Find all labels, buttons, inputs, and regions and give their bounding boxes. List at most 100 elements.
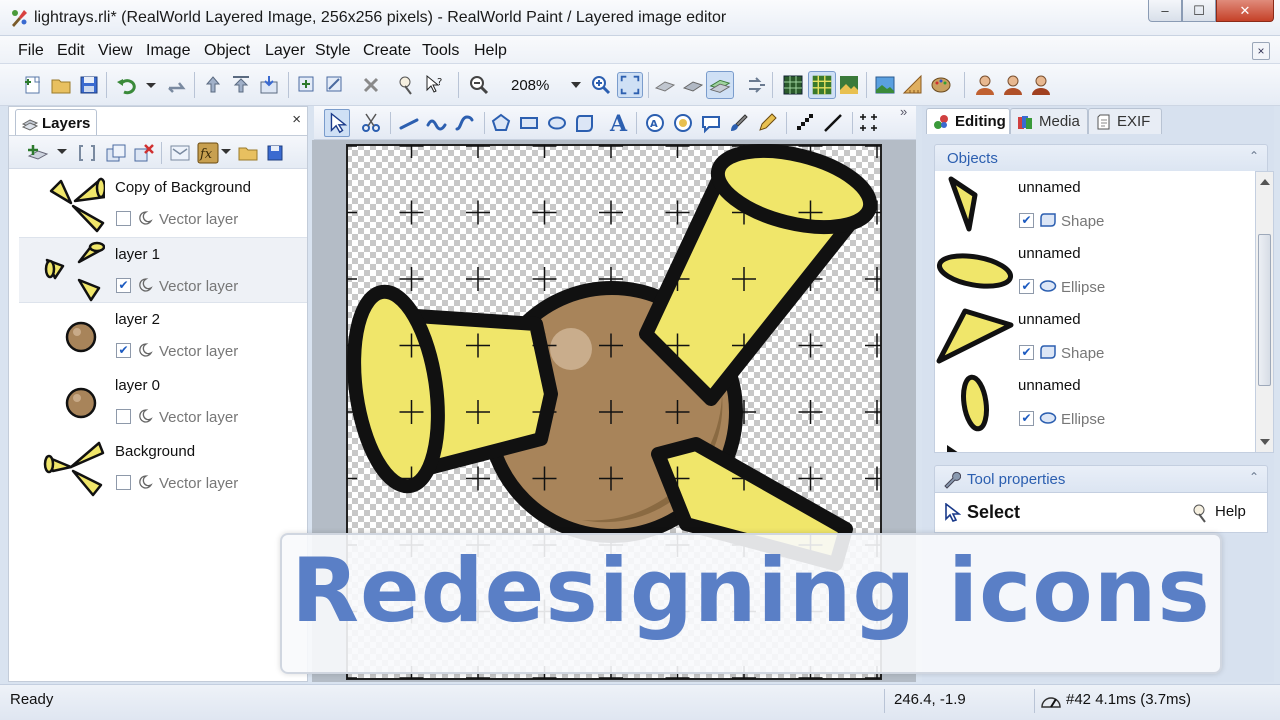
delete-layer-icon[interactable]	[133, 143, 155, 163]
menu-help[interactable]: Help	[474, 42, 507, 60]
preview-icon[interactable]	[838, 74, 860, 96]
user-3-icon[interactable]	[1030, 74, 1052, 96]
add-layer-dropdown-icon[interactable]	[57, 148, 67, 156]
zoom-out-icon[interactable]	[468, 74, 490, 96]
user-icon[interactable]	[974, 74, 996, 96]
object-row[interactable]: unnamed ✔ Shape	[935, 171, 1255, 237]
layer-row-selected[interactable]: layer 1 ✔ Vector layer	[19, 237, 307, 303]
zoom-level[interactable]: 208%	[511, 77, 549, 94]
close-button[interactable]: ✕	[1216, 0, 1274, 22]
layer-row[interactable]: layer 2 ✔ Vector layer	[19, 303, 307, 369]
tab-layers[interactable]: Layers	[15, 109, 97, 135]
layer-name[interactable]: layer 2	[115, 311, 160, 328]
user-2-icon[interactable]	[1002, 74, 1024, 96]
menu-file[interactable]: File	[18, 42, 44, 60]
pencil-tool-icon[interactable]	[756, 112, 778, 134]
pointer-hand-icon[interactable]	[396, 74, 418, 96]
brush-tool-icon[interactable]	[728, 112, 750, 134]
grid-icon[interactable]	[782, 74, 804, 96]
pixel-line-icon[interactable]	[794, 112, 816, 134]
layer-name[interactable]: layer 0	[115, 377, 160, 394]
ruler-icon[interactable]	[902, 74, 924, 96]
layer-visibility-checkbox[interactable]	[116, 475, 131, 490]
merge-icon[interactable]	[169, 143, 191, 163]
layer-name[interactable]: Copy of Background	[115, 179, 251, 196]
export-layer-icon[interactable]	[265, 143, 287, 163]
bring-top-icon[interactable]	[230, 74, 252, 96]
menu-tools[interactable]: Tools	[422, 42, 459, 60]
add-object-icon[interactable]	[296, 74, 318, 96]
select-tool-icon[interactable]	[324, 109, 350, 137]
zoom-dropdown-icon[interactable]	[571, 82, 581, 88]
object-visibility-checkbox[interactable]: ✔	[1019, 279, 1034, 294]
effects-dropdown-icon[interactable]	[221, 148, 231, 156]
layer-row[interactable]: layer 0 Vector layer	[19, 369, 307, 435]
scissors-icon[interactable]	[360, 112, 382, 134]
scroll-down-icon[interactable]	[1260, 439, 1270, 445]
layer-visibility-checkbox[interactable]	[116, 211, 131, 226]
collapse-icon[interactable]: ⌃	[1249, 470, 1259, 484]
object-row[interactable]: unnamed ✔ Shape	[935, 303, 1255, 369]
fit-window-icon[interactable]	[617, 72, 643, 98]
menu-layer[interactable]: Layer	[265, 42, 305, 60]
document-close-button[interactable]: ×	[1252, 42, 1270, 60]
tab-media[interactable]: Media	[1010, 108, 1088, 134]
menu-style[interactable]: Style	[315, 42, 351, 60]
objects-scrollbar[interactable]	[1256, 171, 1274, 453]
control-points-icon[interactable]	[858, 112, 880, 134]
menu-view[interactable]: View	[98, 42, 132, 60]
redo-icon[interactable]	[166, 74, 188, 96]
tab-exif[interactable]: EXIF	[1088, 108, 1162, 134]
layer-visibility-checkbox[interactable]: ✔	[116, 278, 131, 293]
ellipse-tool-icon[interactable]	[546, 112, 568, 134]
arrows-icon[interactable]	[746, 74, 768, 96]
help-link[interactable]: Help	[1215, 503, 1246, 520]
move-up-icon[interactable]	[202, 74, 224, 96]
text-tool-icon[interactable]: A	[608, 111, 630, 135]
tool-properties-header[interactable]: Tool properties ⌃	[934, 465, 1268, 493]
transform-icon[interactable]	[324, 74, 346, 96]
add-layer-icon[interactable]	[27, 143, 49, 163]
folder-icon[interactable]	[237, 143, 259, 163]
layer-visibility-checkbox[interactable]: ✔	[116, 343, 131, 358]
layer-row[interactable]: Background Vector layer	[19, 435, 307, 501]
symbol-tool-icon[interactable]: A	[644, 112, 666, 134]
layer-name[interactable]: layer 1	[115, 246, 160, 263]
effects-icon[interactable]: fx	[197, 142, 219, 164]
palette-icon[interactable]	[930, 74, 952, 96]
zoom-in-icon[interactable]	[590, 74, 612, 96]
layer-view-3-icon[interactable]	[706, 71, 734, 99]
new-icon[interactable]	[22, 74, 44, 96]
callout-tool-icon[interactable]	[700, 112, 722, 134]
duplicate-layer-icon[interactable]	[105, 143, 127, 163]
object-visibility-checkbox[interactable]: ✔	[1019, 411, 1034, 426]
rectangle-tool-icon[interactable]	[518, 112, 540, 134]
layer-name[interactable]: Background	[115, 443, 195, 460]
object-row[interactable]: unnamed ✔ Ellipse	[935, 369, 1255, 435]
menu-object[interactable]: Object	[204, 42, 250, 60]
object-name[interactable]: unnamed	[1018, 377, 1081, 394]
open-icon[interactable]	[50, 74, 72, 96]
layer-view-1-icon[interactable]	[654, 74, 676, 96]
undo-icon[interactable]	[116, 74, 138, 96]
object-name[interactable]: unnamed	[1018, 179, 1081, 196]
minimize-button[interactable]: –	[1148, 0, 1182, 22]
image-object-icon[interactable]	[672, 112, 694, 134]
layer-visibility-checkbox[interactable]	[116, 409, 131, 424]
objects-header[interactable]: Objects ⌃	[934, 144, 1268, 172]
menu-create[interactable]: Create	[363, 42, 411, 60]
scroll-up-icon[interactable]	[1260, 179, 1270, 185]
import-icon[interactable]	[258, 74, 280, 96]
layers-panel-close-icon[interactable]: ×	[292, 111, 301, 128]
tab-editing[interactable]: Editing	[926, 108, 1010, 134]
bezier-tool-icon[interactable]	[454, 112, 476, 134]
object-visibility-checkbox[interactable]: ✔	[1019, 213, 1034, 228]
menu-edit[interactable]: Edit	[57, 42, 85, 60]
collapse-icon[interactable]: ⌃	[1249, 149, 1259, 163]
undo-dropdown-icon[interactable]	[144, 74, 158, 96]
polygon-tool-icon[interactable]	[490, 112, 512, 134]
object-name[interactable]: unnamed	[1018, 245, 1081, 262]
shape-tool-icon[interactable]	[574, 112, 596, 134]
object-name[interactable]: unnamed	[1018, 311, 1081, 328]
help-icon[interactable]	[1191, 503, 1211, 523]
